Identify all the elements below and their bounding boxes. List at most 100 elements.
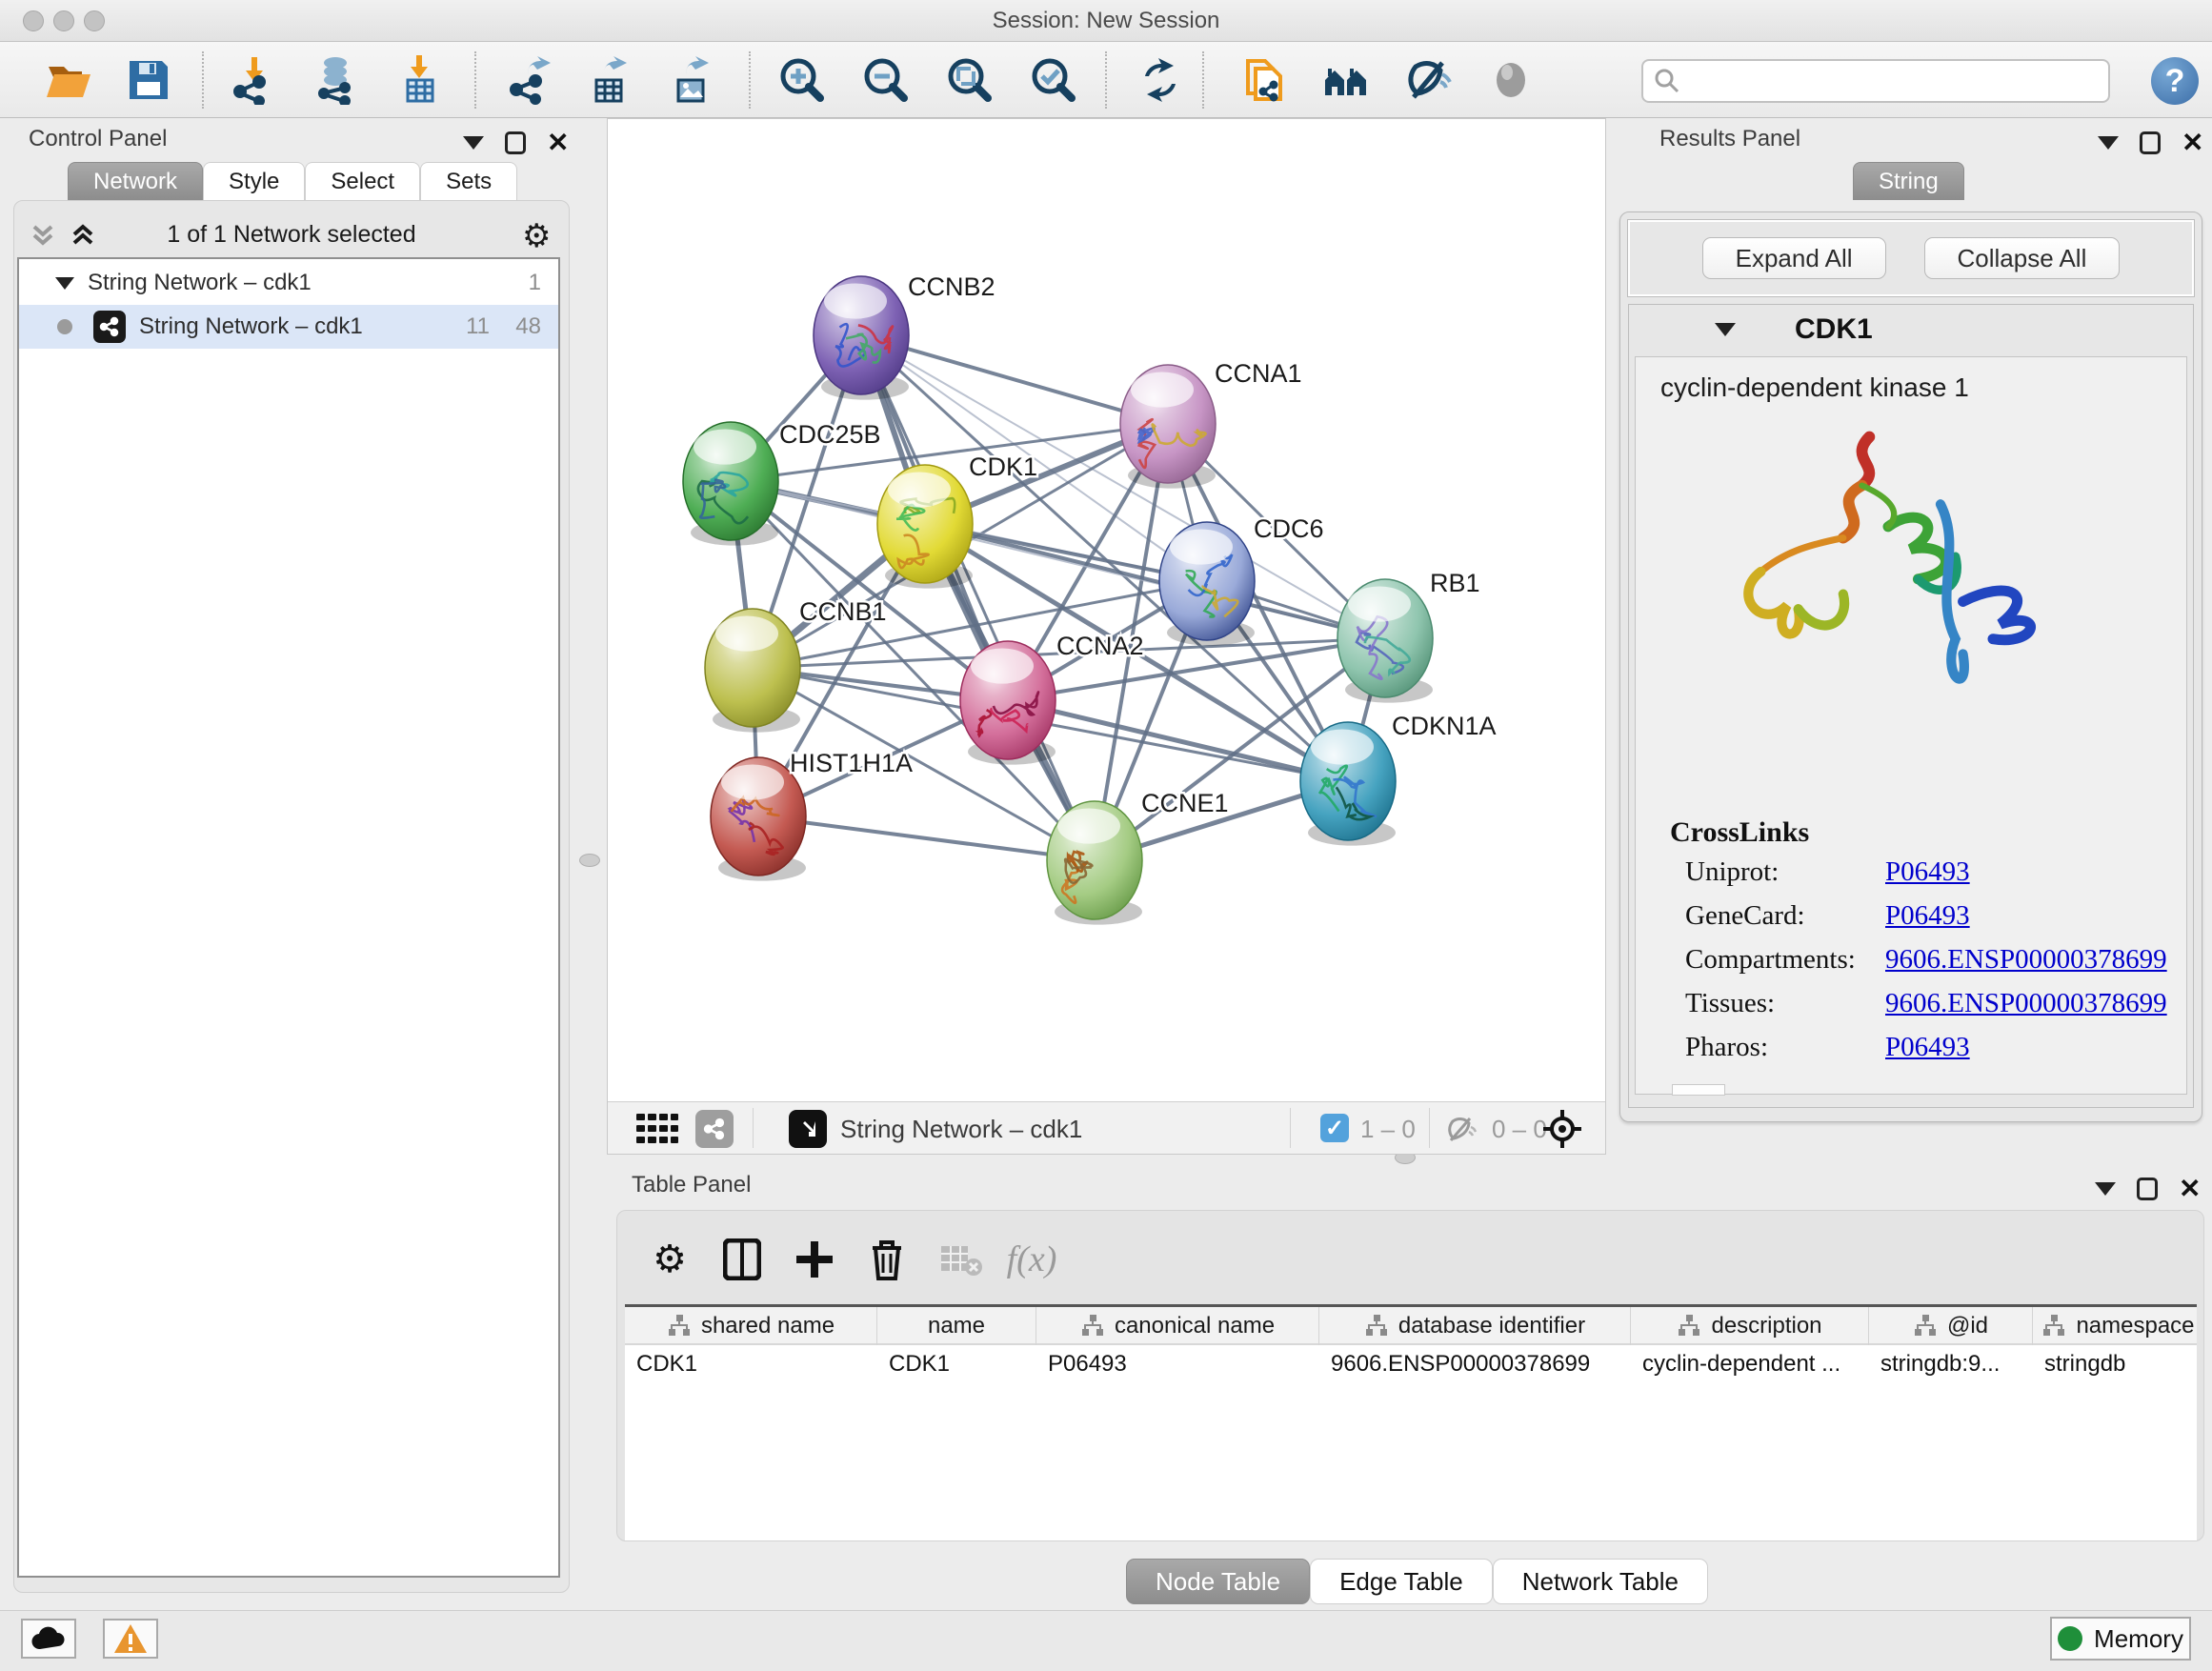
results-scrollbar[interactable] <box>1672 1084 1725 1096</box>
column-header-database-identifier[interactable]: database identifier <box>1319 1307 1631 1345</box>
birdseye-view-icon[interactable] <box>789 1110 827 1148</box>
add-column-icon[interactable] <box>789 1234 840 1285</box>
column-sort-icon[interactable] <box>1677 1314 1701 1339</box>
table-cell[interactable]: stringdb:9... <box>1880 1351 2029 1378</box>
node-HIST1H1A[interactable]: HIST1H1A <box>711 749 913 881</box>
node-CDKN1A[interactable]: CDKN1A <box>1300 712 1497 846</box>
save-session-icon[interactable] <box>122 53 175 107</box>
node-CDK1[interactable]: CDK1 <box>877 453 1037 589</box>
crosslink-link[interactable]: P06493 <box>1885 900 1970 932</box>
column-header-description[interactable]: description <box>1631 1307 1869 1345</box>
panel-collapse-icon[interactable] <box>2098 136 2119 150</box>
export-table-icon[interactable] <box>583 53 636 107</box>
automation-cloud-button[interactable] <box>21 1619 76 1659</box>
panel-float-icon[interactable] <box>2137 1178 2158 1200</box>
node-result-header[interactable]: CDK1 <box>1629 305 2193 354</box>
hide-selected-icon[interactable] <box>1402 53 1456 107</box>
column-sort-icon[interactable] <box>2041 1314 2066 1339</box>
column-header-canonical-name[interactable]: canonical name <box>1036 1307 1319 1345</box>
search-input[interactable] <box>1641 59 2110 103</box>
refresh-icon[interactable] <box>1134 53 1187 107</box>
panel-float-icon[interactable] <box>505 131 526 154</box>
show-all-icon[interactable] <box>1484 53 1538 107</box>
zoom-out-icon[interactable] <box>859 53 913 107</box>
memory-button[interactable]: Memory <box>2050 1617 2191 1661</box>
crosslink-link[interactable]: 9606.ENSP00000378699 <box>1885 988 2167 1019</box>
column-sort-icon[interactable] <box>1364 1314 1389 1339</box>
column-header-namespace[interactable]: namespace <box>2033 1307 2197 1345</box>
node-CCNA1[interactable]: CCNA1 <box>1120 359 1302 489</box>
column-sort-icon[interactable] <box>1080 1314 1105 1339</box>
edge-HIST1H1A-CCNE1[interactable] <box>758 816 1095 860</box>
node-CCNE1[interactable]: CCNE1 <box>1047 789 1229 925</box>
network-graph[interactable]: CCNB2 CCNA1 CDC25BCDK1 CDC6RB1 CCNB1 CCNA2 CDK… <box>608 119 1605 1101</box>
node-CCNB1[interactable]: CCNB1 <box>705 597 887 733</box>
table-cell[interactable]: CDK1 <box>889 1351 1033 1378</box>
tab-string[interactable]: String <box>1853 162 1964 200</box>
zoom-in-icon[interactable] <box>775 53 829 107</box>
column-sort-icon[interactable] <box>667 1314 692 1339</box>
network-row[interactable]: String Network – cdk1 11 48 <box>19 305 558 349</box>
section-collapse-icon[interactable] <box>1715 323 1736 336</box>
crosslink-link[interactable]: 9606.ENSP00000378699 <box>1885 944 2167 976</box>
tab-node-table[interactable]: Node Table <box>1126 1559 1310 1604</box>
column-sort-icon[interactable] <box>1913 1314 1938 1339</box>
tab-network-table[interactable]: Network Table <box>1493 1559 1708 1604</box>
node-CCNA2[interactable]: CCNA2 <box>960 632 1144 765</box>
selected-checkbox-icon[interactable]: ✓ <box>1320 1114 1349 1142</box>
network-collection-row[interactable]: String Network – cdk1 1 <box>19 261 558 305</box>
import-table-icon[interactable] <box>392 53 446 107</box>
show-columns-icon[interactable] <box>716 1234 768 1285</box>
clone-network-icon[interactable] <box>1238 53 1292 107</box>
zoom-selected-icon[interactable] <box>1027 53 1080 107</box>
delete-table-icon[interactable] <box>935 1234 987 1285</box>
node-CDC6[interactable]: CDC6 <box>1159 514 1324 646</box>
vertical-splitter-handle[interactable] <box>579 854 600 867</box>
network-view[interactable]: CCNB2 CCNA1 CDC25BCDK1 CDC6RB1 CCNB1 CCNA2 CDK… <box>607 118 1606 1155</box>
tab-edge-table[interactable]: Edge Table <box>1310 1559 1493 1604</box>
table-settings-gear-icon[interactable]: ⚙ <box>644 1234 695 1285</box>
column-header-@id[interactable]: @id <box>1869 1307 2033 1345</box>
help-icon[interactable]: ? <box>2151 57 2199 105</box>
panel-close-icon[interactable]: ✕ <box>2182 130 2203 156</box>
tab-style[interactable]: Style <box>203 162 305 200</box>
import-database-icon[interactable] <box>311 53 364 107</box>
column-header-name[interactable]: name <box>877 1307 1036 1345</box>
network-share-icon[interactable] <box>695 1110 734 1148</box>
collapse-all-button[interactable]: Collapse All <box>1924 237 2121 279</box>
zoom-fit-icon[interactable] <box>943 53 996 107</box>
delete-column-icon[interactable] <box>861 1234 913 1285</box>
export-network-icon[interactable] <box>505 53 558 107</box>
edge-CCNB2-CCNE1[interactable] <box>861 335 1095 860</box>
table-cell[interactable]: CDK1 <box>636 1351 874 1378</box>
panel-float-icon[interactable] <box>2140 131 2161 154</box>
table-cell[interactable]: P06493 <box>1048 1351 1316 1378</box>
grid-view-icon[interactable] <box>636 1114 678 1144</box>
import-network-icon[interactable] <box>229 53 282 107</box>
table-cell[interactable]: cyclin-dependent ... <box>1642 1351 1865 1378</box>
tab-network[interactable]: Network <box>68 162 203 200</box>
function-builder-icon[interactable]: f(x) <box>1006 1234 1057 1285</box>
gear-icon[interactable]: ⚙ <box>522 217 551 255</box>
crosslink-link[interactable]: P06493 <box>1885 856 1970 888</box>
table-cell[interactable]: 9606.ENSP00000378699 <box>1331 1351 1627 1378</box>
crosslink-link[interactable]: P06493 <box>1885 1032 1970 1063</box>
table-cell[interactable]: stringdb <box>2044 1351 2197 1378</box>
node-RB1[interactable]: RB1 <box>1337 569 1480 703</box>
tab-sets[interactable]: Sets <box>420 162 517 200</box>
warnings-button[interactable] <box>103 1619 158 1659</box>
expand-all-button[interactable]: Expand All <box>1702 237 1886 279</box>
first-neighbors-icon[interactable] <box>1320 53 1374 107</box>
node-table[interactable]: shared namenamecanonical namedatabase id… <box>625 1304 2197 1540</box>
panel-close-icon[interactable]: ✕ <box>547 130 569 156</box>
column-header-shared-name[interactable]: shared name <box>625 1307 877 1345</box>
edge-CCNA2-CDKN1A[interactable] <box>1008 700 1348 781</box>
panel-collapse-icon[interactable] <box>2095 1182 2116 1196</box>
tree-expand-icon[interactable] <box>55 277 74 290</box>
crosshair-icon[interactable] <box>1541 1108 1583 1150</box>
node-CDC25B[interactable]: CDC25B <box>683 420 881 546</box>
tab-select[interactable]: Select <box>305 162 420 200</box>
node-CCNB2[interactable]: CCNB2 <box>814 272 995 400</box>
open-file-icon[interactable] <box>42 53 95 107</box>
panel-close-icon[interactable]: ✕ <box>2179 1176 2201 1202</box>
